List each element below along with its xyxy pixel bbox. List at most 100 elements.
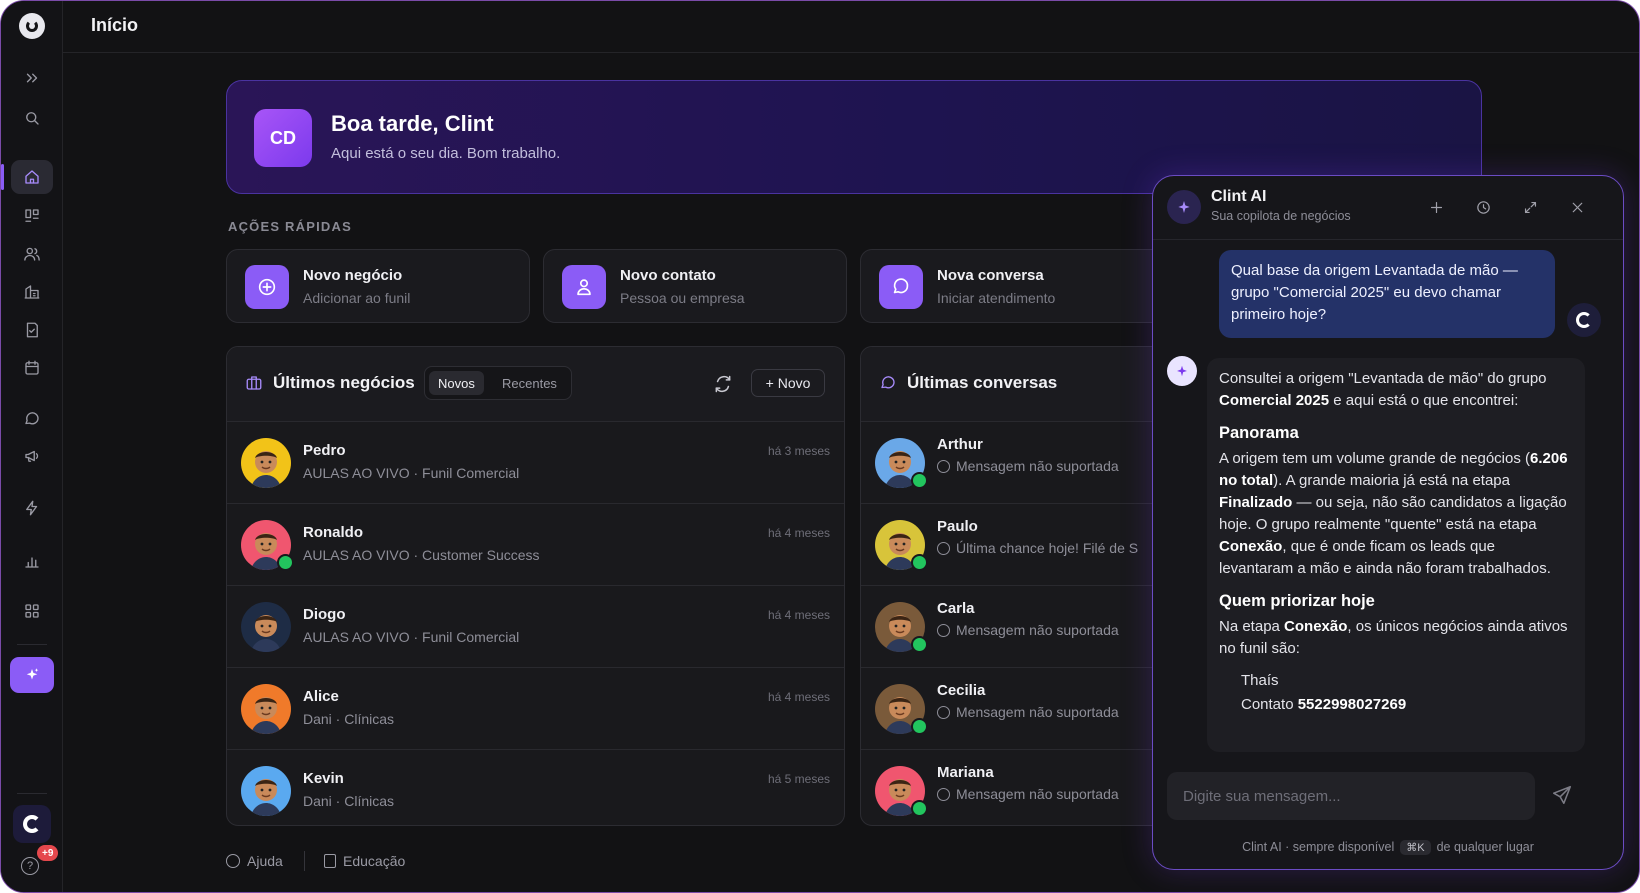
new-deal-button[interactable]: + Novo <box>751 369 825 397</box>
new-chat-icon[interactable] <box>1425 196 1447 218</box>
ai-avatar-icon <box>1167 356 1197 386</box>
last-message-text: Mensagem não suportada <box>956 786 1119 802</box>
ai-sparkle-icon <box>1167 190 1201 224</box>
whatsapp-icon <box>911 718 928 735</box>
clint-ai-panel: Clint AI Sua copilota de negócios Qual b… <box>1152 175 1624 870</box>
contacts-icon[interactable] <box>11 237 53 271</box>
pipeline-icon[interactable] <box>11 199 53 233</box>
education-link[interactable]: Educação <box>324 853 405 869</box>
reply-text: A origem tem um volume grande de negócio… <box>1219 450 1530 467</box>
avatar <box>241 602 291 652</box>
expand-icon[interactable] <box>1519 196 1541 218</box>
refresh-icon[interactable] <box>713 374 733 394</box>
tab-recentes[interactable]: Recentes <box>493 371 566 395</box>
sparkle-icon <box>26 668 39 680</box>
ai-sparkle-button[interactable] <box>10 657 54 693</box>
apps-grid-icon[interactable] <box>11 594 53 628</box>
briefcase-icon <box>245 374 263 392</box>
quick-action-new-conversation[interactable]: Nova conversa Iniciar atendimento <box>860 249 1164 323</box>
app-window: ? +9 Início CD Boa tarde, Clint Aqui est… <box>0 0 1640 893</box>
deal-name: Ronaldo <box>303 524 363 541</box>
send-icon[interactable] <box>1551 784 1575 808</box>
quick-action-new-deal[interactable]: Novo negócio Adicionar ao funil <box>226 249 530 323</box>
help-link[interactable]: Ajuda <box>226 853 283 869</box>
conversation-row[interactable]: Carla Mensagem não suportada <box>861 585 1189 667</box>
last-message-text: Mensagem não suportada <box>956 704 1119 720</box>
reply-text: ). A grande maioria já está na etapa <box>1273 472 1510 489</box>
home-icon[interactable] <box>1 160 53 194</box>
deal-pipeline: AULAS AO VIVO · Funil Comercial <box>303 629 520 645</box>
ai-footer-text: Clint AI · sempre disponível <box>1242 840 1395 854</box>
lead-phone: 5522998027269 <box>1297 696 1407 713</box>
chat-bubble-icon <box>879 374 897 392</box>
chat-icon <box>879 265 923 309</box>
conversation-row[interactable]: Mariana Mensagem não suportada <box>861 749 1189 825</box>
help-circle-icon <box>226 854 240 868</box>
deal-row[interactable]: Kevin Dani · Clínicas há 5 meses <box>227 749 844 825</box>
companies-icon[interactable] <box>11 275 53 309</box>
panel-title: Últimos negócios <box>273 373 415 392</box>
expand-icon[interactable] <box>11 61 53 95</box>
deal-time: há 3 meses <box>767 444 830 458</box>
megaphone-icon[interactable] <box>11 439 53 473</box>
automation-icon[interactable] <box>11 491 53 525</box>
tab-novos[interactable]: Novos <box>429 371 484 395</box>
history-icon[interactable] <box>1472 196 1494 218</box>
help-icon[interactable]: ? <box>21 857 39 875</box>
last-message-text: Mensagem não suportada <box>956 622 1119 638</box>
reply-bold: Conexão <box>1284 618 1348 635</box>
greeting-subtitle: Aqui está o seu dia. Bom trabalho. <box>331 145 561 162</box>
close-icon[interactable] <box>1566 196 1588 218</box>
quick-action-subtitle: Adicionar ao funil <box>303 290 411 306</box>
reply-text: Na etapa <box>1219 618 1285 635</box>
last-message: Mensagem não suportada <box>937 622 1119 638</box>
info-icon <box>937 460 950 473</box>
deal-time: há 5 meses <box>767 772 830 786</box>
conversation-row[interactable]: Paulo Última chance hoje! Filé de S <box>861 503 1189 585</box>
education-label: Educação <box>343 853 406 869</box>
quick-action-title: Novo negócio <box>303 267 403 284</box>
workspace-avatar[interactable] <box>13 805 51 843</box>
deal-pipeline: Dani · Clínicas <box>303 793 395 809</box>
plus-icon: + <box>765 375 774 391</box>
deal-time: há 4 meses <box>767 690 830 704</box>
deal-row[interactable]: Pedro AULAS AO VIVO · Funil Comercial há 3… <box>227 421 844 503</box>
reports-icon[interactable] <box>11 544 53 578</box>
calendar-icon[interactable] <box>11 351 53 385</box>
user-avatar <box>1567 303 1601 337</box>
user-avatar: CD <box>254 109 312 167</box>
latest-conversations-panel: Últimas conversas Arthur Mensagem não sup… <box>860 346 1190 826</box>
sidebar-divider <box>17 644 47 645</box>
last-message: Mensagem não suportada <box>937 458 1119 474</box>
panel-header: Últimas conversas <box>861 347 1189 421</box>
avatar <box>241 766 291 816</box>
info-icon <box>937 706 950 719</box>
last-message: Mensagem não suportada <box>937 786 1119 802</box>
deal-pipeline: Dani · Clínicas <box>303 711 395 727</box>
whatsapp-icon <box>911 472 928 489</box>
last-message: Mensagem não suportada <box>937 704 1119 720</box>
ai-message-input[interactable]: Digite sua mensagem... <box>1167 772 1535 820</box>
chat-icon[interactable] <box>11 402 53 436</box>
deal-row[interactable]: Alice Dani · Clínicas há 4 meses <box>227 667 844 749</box>
conversation-row[interactable]: Arthur Mensagem não suportada <box>861 421 1189 503</box>
conversation-row[interactable]: Cecilia Mensagem não suportada <box>861 667 1189 749</box>
shortcut-key: ⌘K <box>1400 840 1431 855</box>
help-label: Ajuda <box>247 853 283 869</box>
latest-deals-panel: Últimos negócios Novos Recentes + Novo Pe… <box>226 346 845 826</box>
user-message: Qual base da origem Levantada de mão — g… <box>1219 250 1555 338</box>
app-logo[interactable] <box>19 13 45 39</box>
whatsapp-icon <box>911 554 928 571</box>
search-icon[interactable] <box>11 101 53 135</box>
contact-name: Carla <box>937 600 975 617</box>
tasks-icon[interactable] <box>11 313 53 347</box>
deal-row[interactable]: Ronaldo AULAS AO VIVO · Customer Success h… <box>227 503 844 585</box>
last-message-text: Última chance hoje! Filé de S <box>956 540 1139 556</box>
deal-row[interactable]: Diogo AULAS AO VIVO · Funil Comercial há 4… <box>227 585 844 667</box>
deal-time: há 4 meses <box>767 526 830 540</box>
info-icon <box>937 542 950 555</box>
notification-badge: +9 <box>37 845 59 861</box>
contact-name: Arthur <box>937 436 983 453</box>
reply-bold: Conexão <box>1219 538 1283 555</box>
quick-action-new-contact[interactable]: Novo contato Pessoa ou empresa <box>543 249 847 323</box>
